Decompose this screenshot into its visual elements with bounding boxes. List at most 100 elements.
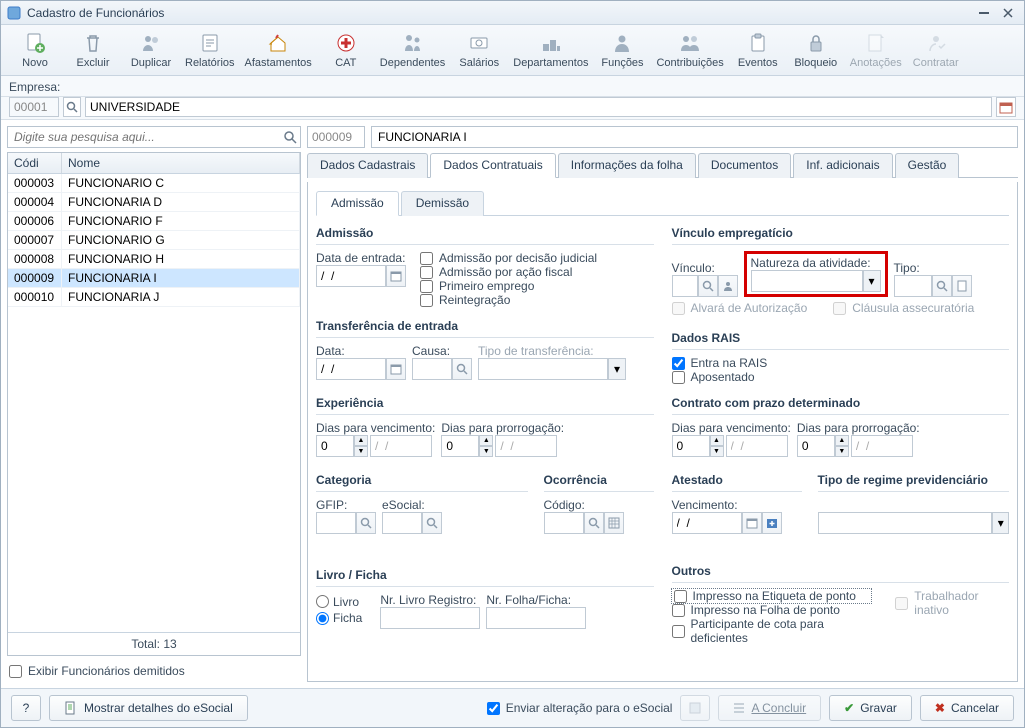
spin-down-icon[interactable]: ▼ [479,446,493,457]
chk-folha-ponto[interactable]: Impresso na Folha de ponto [672,603,872,617]
help-button[interactable]: ? [11,695,41,721]
minimize-button[interactable] [974,5,994,21]
esocial-input[interactable] [382,512,422,534]
toolbar-salarios[interactable]: Salários [451,29,507,71]
close-button[interactable] [998,5,1018,21]
toolbar-bloqueio[interactable]: Bloqueio [788,29,844,71]
search-input[interactable] [7,126,301,148]
gfip-input[interactable] [316,512,356,534]
chk-cota[interactable]: Participante de cota para deficientes [672,617,872,645]
subtab-1[interactable]: Demissão [401,191,484,216]
exp-venc-date[interactable] [370,435,432,457]
detail-code[interactable]: 000009 [307,126,365,148]
doc-icon[interactable] [952,275,972,297]
table-row[interactable]: 000008FUNCIONARIO H [8,250,300,269]
tipo-input[interactable] [894,275,932,297]
tab-1[interactable]: Dados Contratuais [430,153,555,178]
vinculo-input[interactable] [672,275,698,297]
col-header-codi[interactable]: Códi [8,153,62,173]
toolbar-eventos[interactable]: Eventos [730,29,786,71]
cancelar-button[interactable]: ✖Cancelar [920,695,1014,721]
toolbar-contribuicoes[interactable]: Contribuições [652,29,727,71]
cp-dias-prorr-input[interactable] [797,435,835,457]
chk-aposentado[interactable]: Aposentado [672,370,1010,384]
toolbar-excluir[interactable]: Excluir [65,29,121,71]
exp-prorr-date[interactable] [495,435,557,457]
calendar-plus-icon[interactable] [762,512,782,534]
lookup-icon[interactable] [698,275,718,297]
toolbar-dependentes[interactable]: Dependentes [376,29,449,71]
chk-enviar-esocial[interactable]: Enviar alteração para o eSocial [487,701,673,715]
tab-3[interactable]: Documentos [698,153,791,178]
spin-down-icon[interactable]: ▼ [835,446,849,457]
empresa-name[interactable]: UNIVERSIDADE [85,97,992,117]
toolbar-novo[interactable]: Novo [7,29,63,71]
table-row[interactable]: 000007FUNCIONARIO G [8,231,300,250]
lookup-icon[interactable] [422,512,442,534]
lookup-icon[interactable] [584,512,604,534]
chevron-down-icon[interactable]: ▾ [992,512,1009,534]
tab-4[interactable]: Inf. adicionais [793,153,892,178]
chk-primeiro[interactable]: Primeiro emprego [420,279,597,293]
toolbar-afastamentos[interactable]: Afastamentos [241,29,316,71]
table-row[interactable]: 000010FUNCIONARIA J [8,288,300,307]
radio-ficha[interactable]: Ficha [316,611,362,625]
table-row[interactable]: 000006FUNCIONARIO F [8,212,300,231]
chk-reintegracao[interactable]: Reintegração [420,293,597,307]
table-row[interactable]: 000003FUNCIONARIO C [8,174,300,193]
toolbar-cat[interactable]: CAT [318,29,374,71]
nr-livro-input[interactable] [380,607,480,629]
lookup-icon[interactable] [932,275,952,297]
esocial-details-button[interactable]: Mostrar detalhes do eSocial [49,695,248,721]
person-icon[interactable] [718,275,738,297]
spin-up-icon[interactable]: ▲ [835,435,849,446]
spin-up-icon[interactable]: ▲ [354,435,368,446]
chk-etiqueta[interactable]: Impresso na Etiqueta de ponto [672,589,872,603]
gravar-button[interactable]: ✔Gravar [829,695,912,721]
cp-prorr-date[interactable] [851,435,913,457]
atestado-date-input[interactable] [672,512,742,534]
nr-folha-input[interactable] [486,607,586,629]
search-button[interactable] [280,127,300,147]
tab-0[interactable]: Dados Cadastrais [307,153,428,178]
tab-5[interactable]: Gestão [895,153,960,178]
lookup-icon[interactable] [356,512,376,534]
radio-livro[interactable]: Livro [316,595,359,609]
table-row[interactable]: 000009FUNCIONARIA I [8,269,300,288]
chk-entra-rais[interactable]: Entra na RAIS [672,356,1010,370]
empresa-calendar-button[interactable] [996,97,1016,117]
ocorr-codigo-input[interactable] [544,512,584,534]
lookup-icon[interactable] [452,358,472,380]
toolbar-departamentos[interactable]: Departamentos [509,29,592,71]
chk-judicial[interactable]: Admissão por decisão judicial [420,251,597,265]
detail-name[interactable]: FUNCIONARIA I [371,126,1018,148]
spin-down-icon[interactable]: ▼ [354,446,368,457]
chevron-down-icon[interactable]: ▾ [863,270,881,292]
exp-dias-prorr-input[interactable] [441,435,479,457]
tab-2[interactable]: Informações da folha [558,153,696,178]
show-dismissed-checkbox[interactable]: Exibir Funcionários demitidos [7,660,301,682]
causa-input[interactable] [412,358,452,380]
transf-data-input[interactable] [316,358,386,380]
spin-down-icon[interactable]: ▼ [710,446,724,457]
list-icon[interactable] [604,512,624,534]
col-header-nome[interactable]: Nome [62,153,300,173]
empresa-code[interactable]: 00001 [9,97,59,117]
calendar-icon[interactable] [386,265,406,287]
cp-venc-date[interactable] [726,435,788,457]
spin-up-icon[interactable]: ▲ [479,435,493,446]
subtab-0[interactable]: Admissão [316,191,399,216]
chk-fiscal[interactable]: Admissão por ação fiscal [420,265,597,279]
toolbar-duplicar[interactable]: Duplicar [123,29,179,71]
natureza-select[interactable] [751,270,863,292]
toolbar-relatorios[interactable]: Relatórios [181,29,239,71]
empresa-lookup-button[interactable] [63,97,81,117]
spin-up-icon[interactable]: ▲ [710,435,724,446]
toolbar-funcoes[interactable]: Funções [594,29,650,71]
data-entrada-input[interactable] [316,265,386,287]
table-row[interactable]: 000004FUNCIONARIA D [8,193,300,212]
calendar-icon[interactable] [386,358,406,380]
calendar-icon[interactable] [742,512,762,534]
regime-select[interactable] [818,512,993,534]
cp-dias-venc-input[interactable] [672,435,710,457]
